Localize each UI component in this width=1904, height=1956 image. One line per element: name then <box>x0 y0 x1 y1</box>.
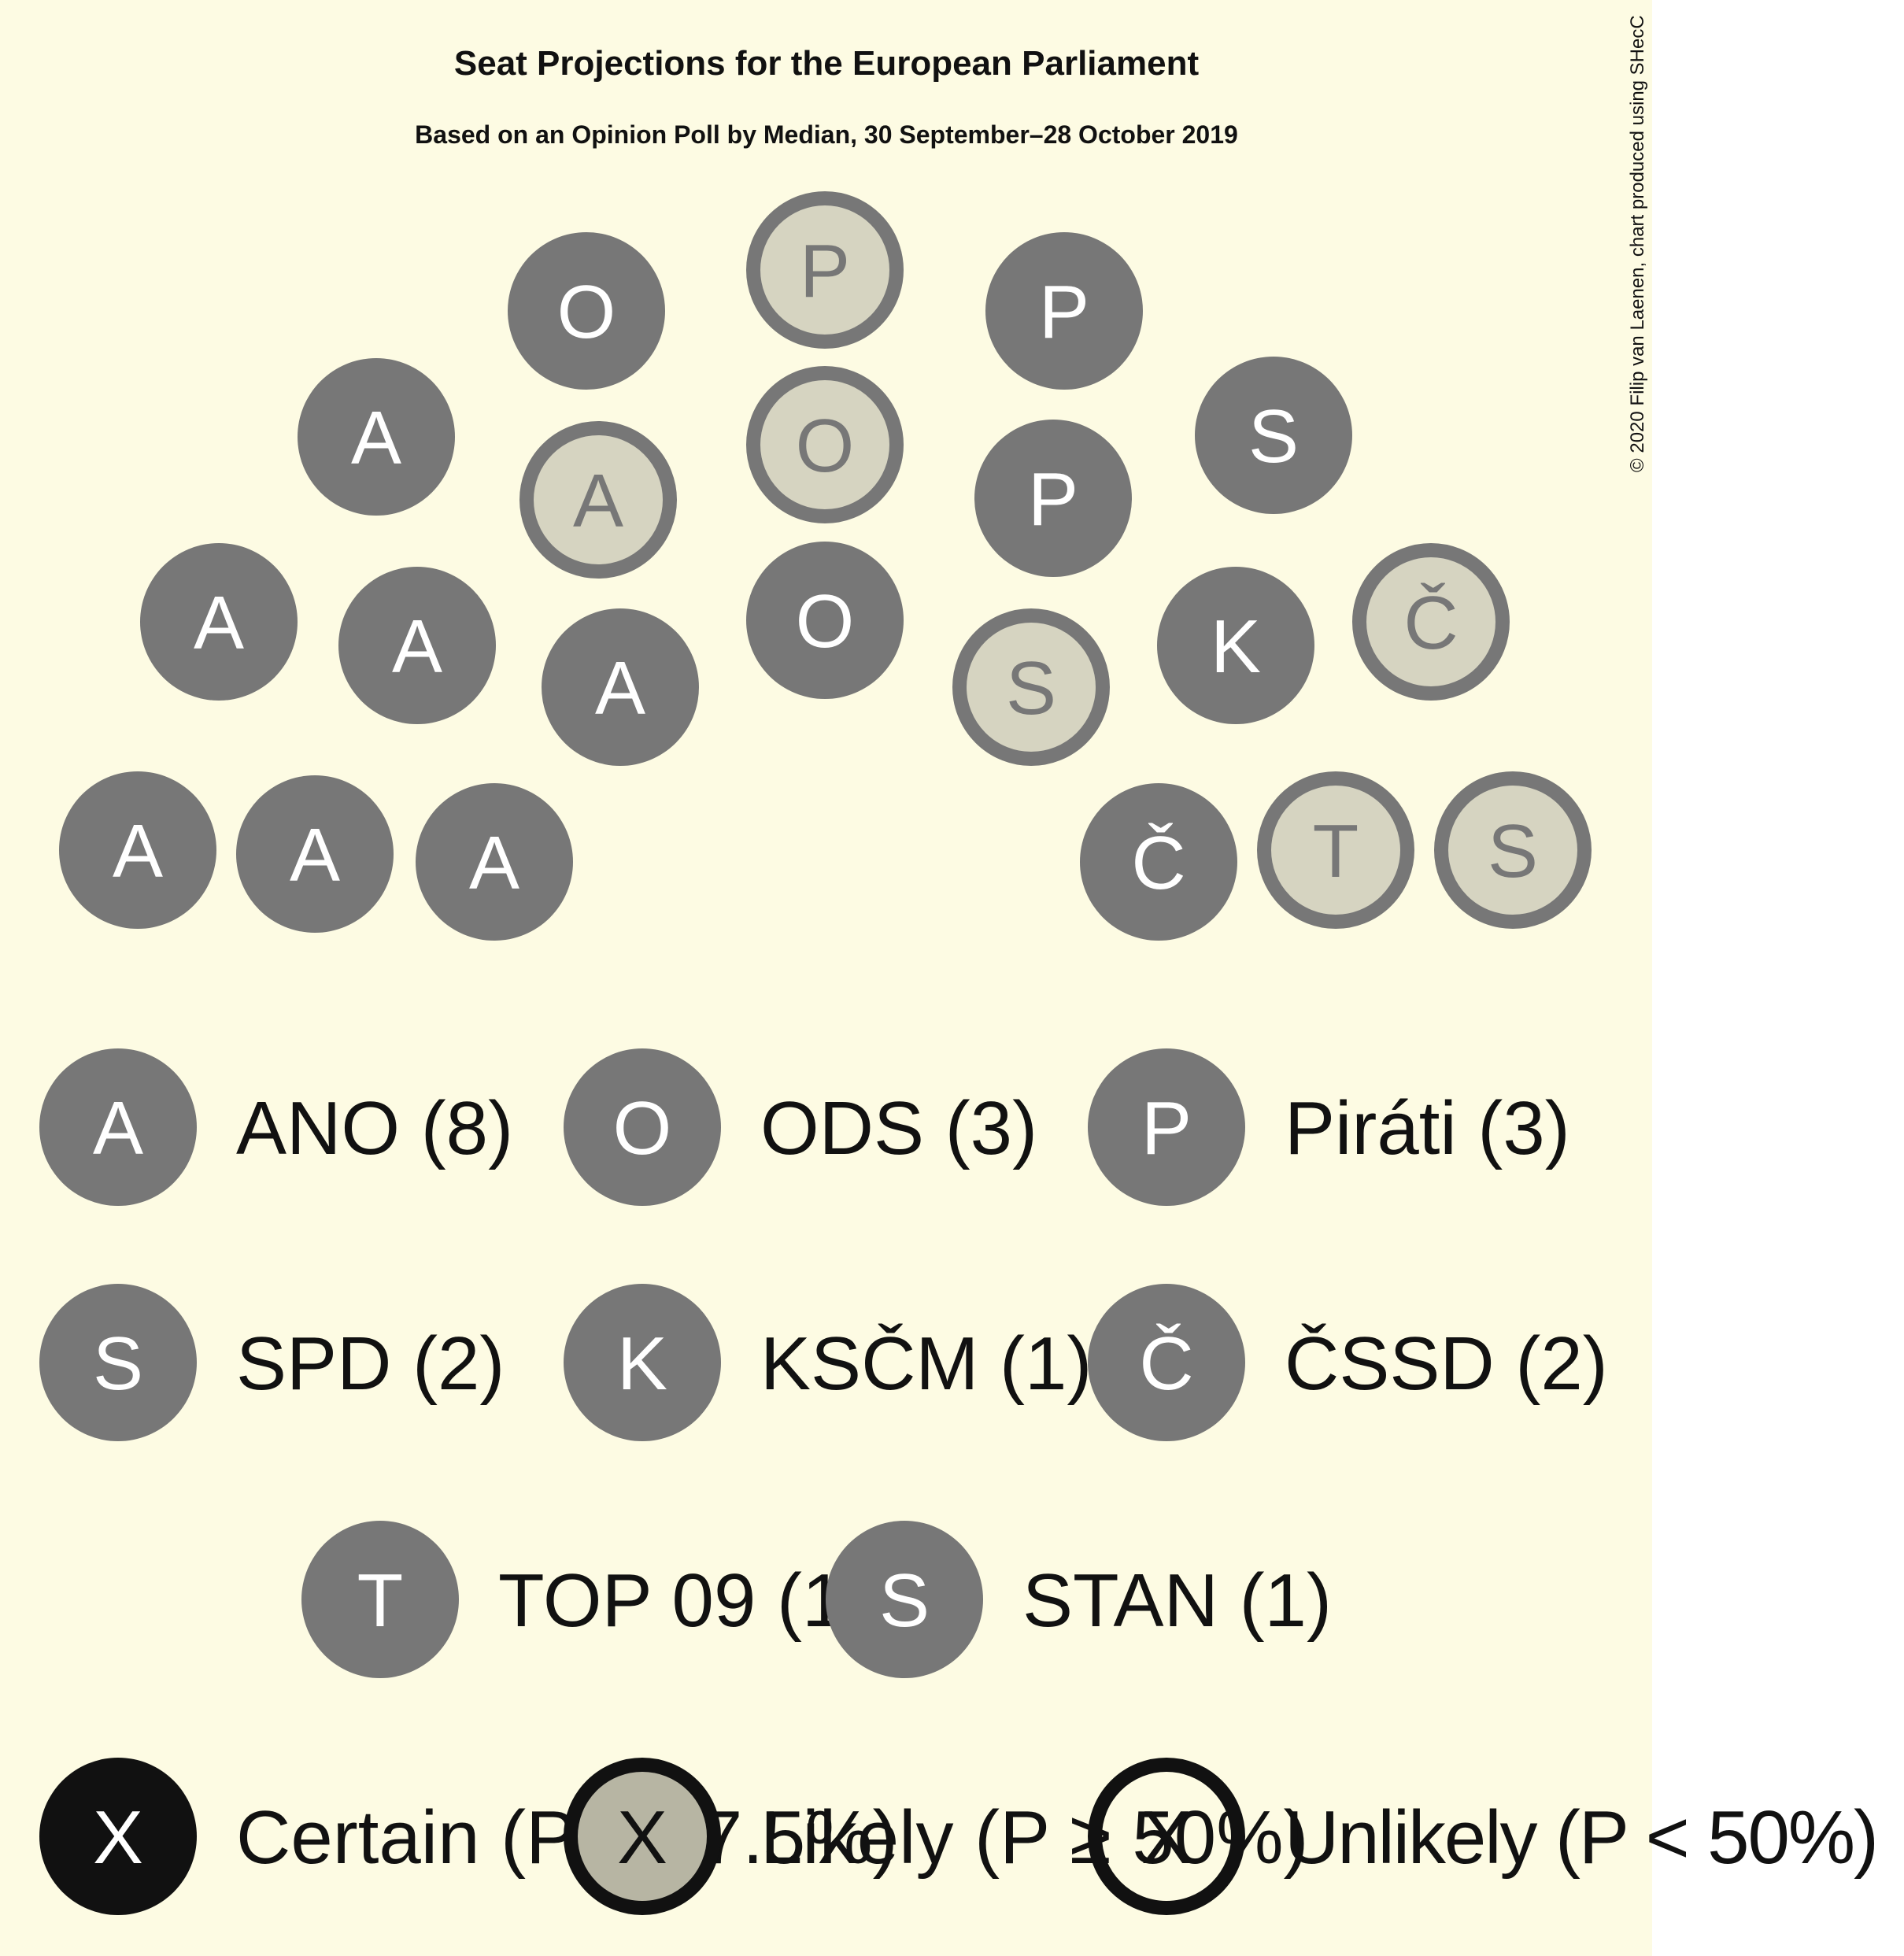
status-symbol: X <box>1141 1795 1192 1880</box>
seat-label: O <box>557 270 616 354</box>
legend-label: ODS (3) <box>760 1086 1037 1170</box>
legend-symbol: A <box>93 1086 143 1170</box>
seat-likely: S <box>952 608 1110 766</box>
seat-likely: T <box>1257 771 1414 929</box>
seat-label: A <box>290 813 340 897</box>
legend-symbol: S <box>879 1559 930 1643</box>
seat-certain: A <box>338 567 496 724</box>
legend-symbol: T <box>357 1559 404 1643</box>
status-symbol: X <box>93 1795 143 1880</box>
legend-symbol: K <box>617 1322 667 1406</box>
seat-certain: K <box>1157 567 1314 724</box>
chart-subtitle: Based on an Opinion Poll by Median, 30 S… <box>415 120 1238 149</box>
seat-label: Č <box>1403 581 1458 665</box>
seat-likely: O <box>746 366 904 523</box>
seat-label: T <box>1313 809 1359 893</box>
legend-label: SPD (2) <box>236 1322 505 1406</box>
seat-certain: S <box>1195 357 1352 514</box>
seat-label: S <box>1488 809 1538 893</box>
legend-label: Piráti (3) <box>1285 1086 1570 1170</box>
seat-projection-chart: Seat Projections for the European Parlia… <box>0 0 1879 1956</box>
legend-label: TOP 09 (1) <box>498 1559 869 1643</box>
seat-certain: A <box>542 608 699 766</box>
seat-label: O <box>796 404 855 488</box>
seat-label: P <box>800 229 850 313</box>
seat-label: S <box>1006 646 1056 730</box>
seat-certain: P <box>974 420 1132 577</box>
seat-certain: Č <box>1080 783 1237 941</box>
legend-symbol: S <box>93 1322 143 1406</box>
copyright-note: © 2020 Filip van Laenen, chart produced … <box>1627 15 1648 472</box>
seat-label: S <box>1248 394 1299 479</box>
seat-certain: A <box>59 771 216 929</box>
seat-label: A <box>595 646 645 730</box>
seat-label: A <box>194 581 244 665</box>
seat-label: A <box>573 459 623 543</box>
seat-label: K <box>1211 605 1261 689</box>
seat-certain: O <box>508 232 665 390</box>
seat-label: A <box>351 396 401 480</box>
status-label: Unlikely (P < 50%) <box>1285 1795 1879 1880</box>
chart-title: Seat Projections for the European Parlia… <box>454 44 1200 83</box>
seat-label: Č <box>1131 821 1185 905</box>
seat-label: A <box>113 809 163 893</box>
legend-label: KSČM (1) <box>760 1322 1092 1406</box>
seat-label: A <box>469 821 519 905</box>
legend-label: STAN (1) <box>1022 1559 1332 1643</box>
legend-label: ČSSD (2) <box>1285 1322 1608 1406</box>
seat-likely: P <box>746 191 904 349</box>
legend-symbol: Č <box>1139 1322 1193 1406</box>
seat-certain: O <box>746 542 904 699</box>
legend-symbol: P <box>1141 1086 1192 1170</box>
seat-label: P <box>1039 270 1089 354</box>
seat-label: O <box>796 579 855 664</box>
seat-likely: Č <box>1352 543 1510 701</box>
seat-certain: A <box>236 775 394 933</box>
seat-likely: S <box>1434 771 1592 929</box>
legend-label: ANO (8) <box>236 1086 513 1170</box>
legend-symbol: O <box>613 1086 672 1170</box>
seat-label: A <box>392 605 442 689</box>
seat-certain: A <box>416 783 573 941</box>
seat-certain: P <box>985 232 1143 390</box>
seat-certain: A <box>140 543 298 701</box>
seat-label: P <box>1028 457 1078 542</box>
seat-certain: A <box>298 358 455 516</box>
seat-likely: A <box>519 421 677 579</box>
status-symbol: X <box>617 1795 667 1880</box>
